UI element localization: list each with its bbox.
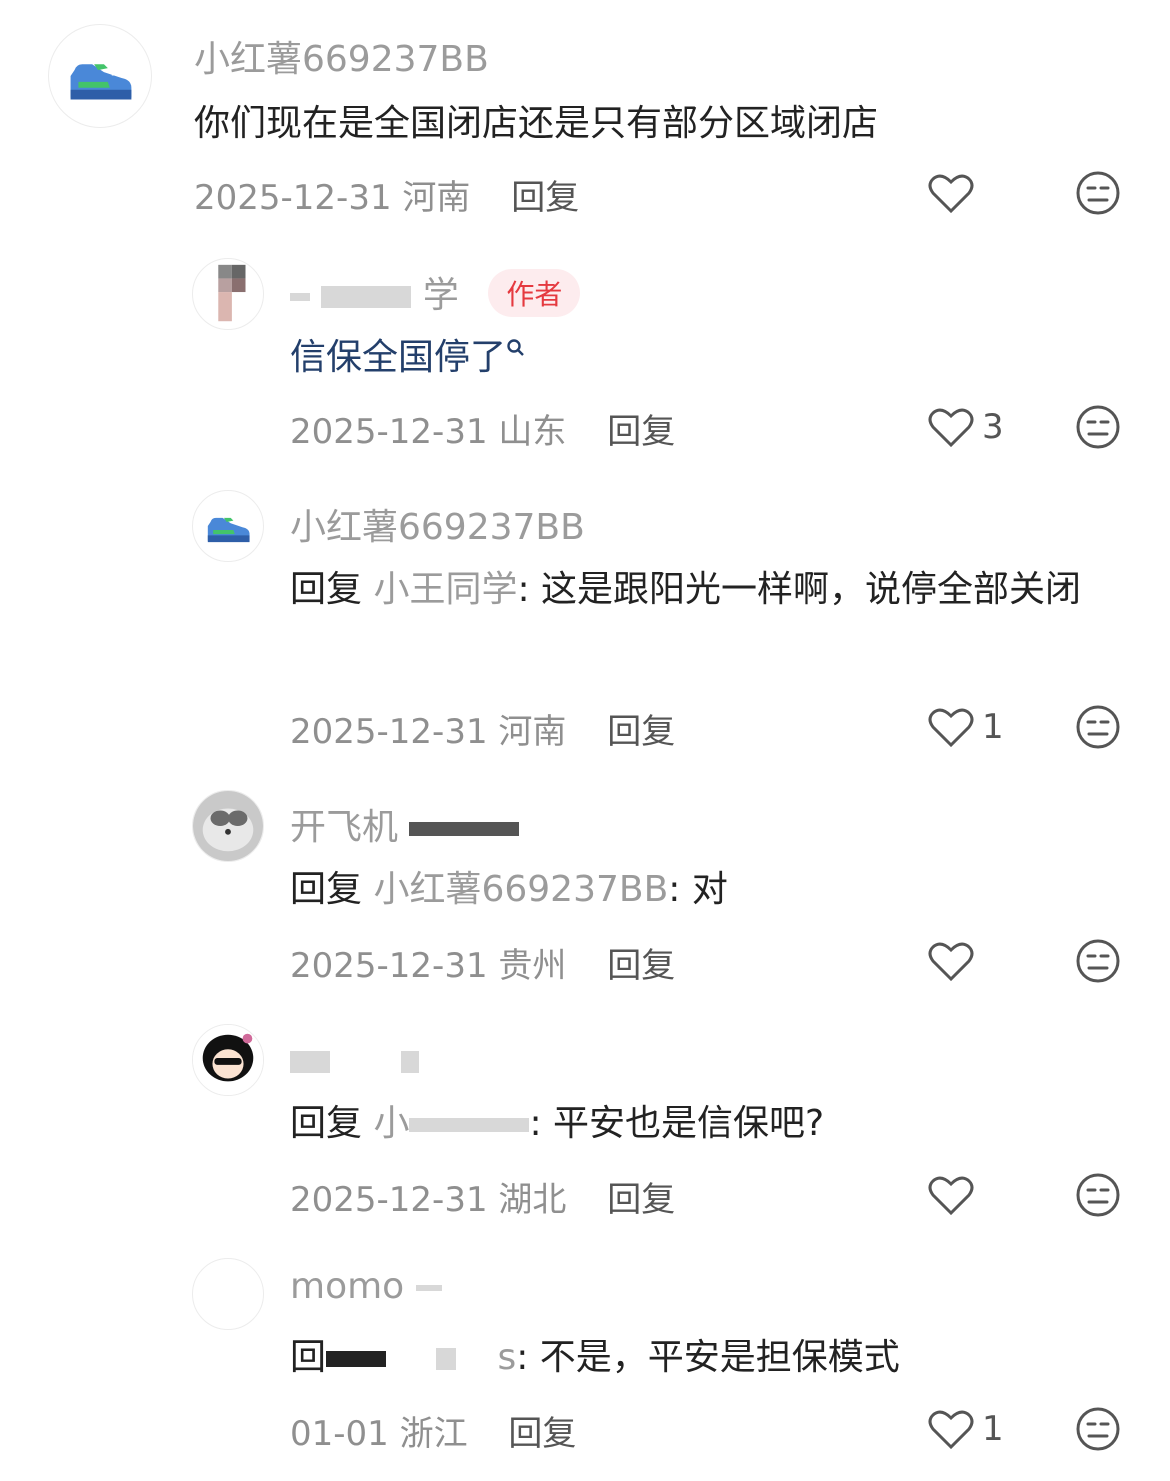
reply-prefix: 回复: [290, 569, 363, 610]
username[interactable]: [290, 1040, 420, 1081]
comment-text[interactable]: 信保全国停了: [290, 326, 526, 390]
like-button[interactable]: [928, 172, 982, 214]
heart-icon: [928, 942, 974, 982]
username[interactable]: 小红薯669237BB: [290, 498, 585, 550]
comment-text: 你们现在是全国闭店还是只有部分区域闭店: [194, 103, 879, 144]
avatar[interactable]: [192, 490, 264, 562]
like-button[interactable]: 1: [928, 1408, 1004, 1450]
comment-date: 01-01: [290, 1414, 389, 1454]
comment-location: 河南: [498, 712, 567, 752]
comment-location: 山东: [498, 412, 567, 452]
comment-meta: 2025-12-31 湖北 回复: [290, 1172, 675, 1221]
comment-meta: 2025-12-31 贵州 回复: [290, 938, 675, 987]
blurred-name: [415, 1285, 442, 1291]
blurred-name: [436, 1348, 457, 1370]
comment-meta: 2025-12-31 山东 回复: [290, 404, 675, 453]
dislike-face-icon[interactable]: [1075, 1406, 1121, 1452]
username[interactable]: 学 作者: [290, 266, 581, 321]
like-count: 1: [982, 1409, 1004, 1449]
blurred-name: [409, 822, 520, 836]
comment-text: 回复 小王同学: 这是跟阳光一样啊，说停全部关闭: [290, 569, 1082, 610]
author-badge: 作者: [488, 269, 581, 317]
dislike-face-icon[interactable]: [1075, 704, 1121, 750]
comment-date: 2025-12-31: [290, 946, 488, 986]
like-count: 3: [982, 407, 1004, 447]
username[interactable]: 小红薯669237BB: [194, 30, 489, 82]
like-button[interactable]: 3: [928, 406, 1004, 448]
reply-target[interactable]: 小王同学: [373, 569, 517, 610]
reply-button[interactable]: 回复: [511, 178, 579, 218]
sneaker-icon: [207, 517, 250, 543]
like-button[interactable]: 1: [928, 706, 1004, 748]
reply-button[interactable]: 回复: [607, 946, 675, 986]
reply-button[interactable]: 回复: [607, 412, 675, 452]
comment-location: 湖北: [498, 1180, 567, 1220]
heart-icon: [928, 1176, 974, 1216]
reply-target[interactable]: s: [497, 1337, 516, 1378]
dislike-face-icon[interactable]: [1075, 404, 1121, 450]
blurred-name: [326, 1351, 387, 1367]
comment-text: 回 s: 不是，平安是担保模式: [290, 1337, 900, 1378]
reply-button[interactable]: 回复: [607, 1180, 675, 1220]
reply-target[interactable]: 小红薯669237BB: [373, 869, 668, 910]
reply-prefix: 回复: [290, 869, 363, 910]
heart-icon: [928, 174, 974, 214]
comment-date: 2025-12-31: [290, 712, 488, 752]
search-icon[interactable]: [506, 338, 526, 358]
avatar[interactable]: [48, 24, 152, 128]
dislike-face-icon[interactable]: [1075, 1172, 1121, 1218]
dislike-face-icon[interactable]: [1075, 170, 1121, 216]
comment-location: 贵州: [498, 946, 567, 986]
cartoon-girl-image: [193, 1025, 263, 1095]
avatar-image: [218, 264, 246, 322]
heart-icon: [928, 708, 974, 748]
avatar[interactable]: [192, 790, 264, 862]
comment-meta: 2025-12-31 河南 回复: [194, 170, 579, 219]
avatar[interactable]: [192, 1024, 264, 1096]
like-button[interactable]: [928, 1174, 982, 1216]
reply-prefix: 回: [290, 1337, 327, 1378]
avatar[interactable]: [192, 258, 264, 330]
like-count: 1: [982, 707, 1004, 747]
username[interactable]: momo: [290, 1266, 442, 1307]
like-button[interactable]: [928, 940, 982, 982]
heart-icon: [928, 1410, 974, 1450]
blurred-name: [290, 1051, 330, 1073]
dislike-face-icon[interactable]: [1075, 938, 1121, 984]
avatar[interactable]: [192, 1258, 264, 1330]
comment-meta: 01-01 浙江 回复: [290, 1406, 576, 1455]
reply-button[interactable]: 回复: [508, 1414, 576, 1454]
heart-icon: [928, 408, 974, 448]
reply-target[interactable]: 小: [373, 1103, 409, 1144]
comment-date: 2025-12-31: [290, 1180, 488, 1220]
comment-meta: 2025-12-31 河南 回复: [290, 704, 675, 753]
username[interactable]: 开飞机: [290, 798, 520, 850]
blurred-name: [409, 1118, 530, 1132]
comment-text: 回复 小: 平安也是信保吧?: [290, 1103, 825, 1144]
reply-prefix: 回复: [290, 1103, 363, 1144]
reply-button[interactable]: 回复: [607, 712, 675, 752]
comment-date: 2025-12-31: [194, 178, 392, 218]
comment-location: 浙江: [399, 1414, 468, 1454]
comment-date: 2025-12-31: [290, 412, 488, 452]
comment-text: 回复 小红薯669237BB: 对: [290, 869, 728, 910]
blurred-name: [290, 293, 310, 301]
sneaker-icon: [70, 64, 132, 100]
comment-location: 河南: [402, 178, 471, 218]
blurred-name: [401, 1051, 420, 1073]
dog-plush-image: [193, 791, 263, 861]
blurred-name: [321, 286, 412, 308]
